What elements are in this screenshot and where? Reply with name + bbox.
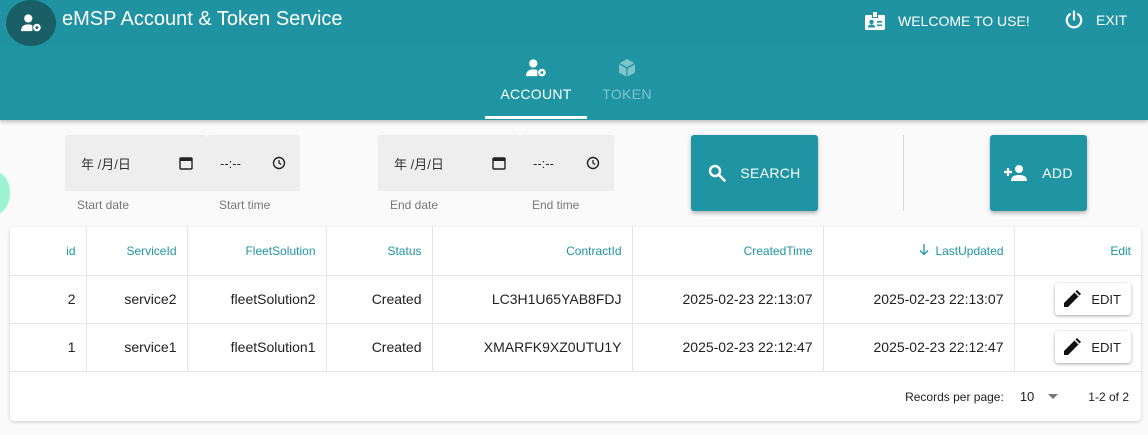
pencil-icon [1064,338,1082,355]
search-icon [709,164,727,182]
column-header-status[interactable]: Status [326,227,433,276]
app-title: eMSP Account & Token Service [62,8,343,30]
end-date-value: 年 /月/日 [394,156,444,172]
column-header-edit: Edit [1014,227,1141,276]
column-header-createdtime[interactable]: CreatedTime [632,227,824,276]
edit-label: EDIT [1091,339,1121,355]
records-per-page-select[interactable]: 10 [1019,389,1059,404]
start-time-label: Start time [219,198,271,212]
end-date-label: End date [390,198,439,212]
badge-icon [865,11,885,30]
cell-id: 1 [10,323,87,372]
end-time-value: --:-- [533,155,554,171]
column-header-id[interactable]: id [10,227,87,276]
pagination-range: 1-2 of 2 [1088,389,1129,404]
dropdown-arrow-icon [1048,393,1059,399]
records-per-page-label: Records per page: [905,389,1004,404]
edit-button[interactable]: EDIT [1055,331,1131,363]
end-time-input[interactable]: --:-- [520,135,614,191]
cell-edit: EDIT [1014,275,1141,324]
records-per-page-value: 10 [1019,389,1035,404]
tab-token-label: TOKEN [602,86,652,102]
exit-label: EXIT [1096,12,1128,28]
start-date-input[interactable]: 年 /月/日 [65,135,207,191]
calendar-icon[interactable] [492,156,506,170]
person-add-icon [1004,165,1028,181]
cell-contractid: LC3H1U65YAB8FDJ [432,275,633,324]
table-row: 2 service2 fleetSolution2 Created LC3H1U… [10,275,1141,324]
start-date-value: 年 /月/日 [81,156,131,172]
start-time-value: --:-- [220,155,241,171]
cell-createdtime: 2025-02-23 22:13:07 [632,275,824,324]
app-logo [6,0,56,46]
end-time-label: End time [532,198,580,212]
cell-fleetsolution: fleetSolution2 [187,275,327,324]
tab-account-label: ACCOUNT [500,86,572,102]
lastupdated-label: LastUpdated [935,243,1004,258]
add-account-button[interactable]: ADD [990,135,1087,211]
cube-icon [618,59,636,77]
sort-arrow-down-icon [919,243,929,256]
exit-button[interactable]: EXIT [1064,10,1127,30]
end-date-input[interactable]: 年 /月/日 [378,135,520,191]
account-settings-icon [526,59,546,77]
floating-action-button[interactable] [0,172,10,214]
cell-status: Created [326,275,433,324]
cell-status: Created [326,323,433,372]
start-date-label: Start date [77,198,130,212]
power-icon [1065,10,1083,29]
clock-icon[interactable] [586,156,600,170]
cell-serviceid: service2 [86,275,188,324]
cell-lastupdated: 2025-02-23 22:13:07 [823,275,1015,324]
table-row: 1 service1 fleetSolution1 Created XMARFK… [10,323,1141,372]
account-settings-icon [21,14,41,32]
column-header-fleetsolution[interactable]: FleetSolution [187,227,327,276]
cell-serviceid: service1 [86,323,188,372]
toolbar-divider [903,135,904,211]
tab-account[interactable]: ACCOUNT [485,58,587,118]
start-time-input[interactable]: --:-- [207,135,300,191]
cell-createdtime: 2025-02-23 22:12:47 [632,323,824,372]
accounts-table: id ServiceId FleetSolution Status Contra… [10,227,1141,421]
edit-label: EDIT [1091,291,1121,307]
cell-id: 2 [10,275,87,324]
column-header-contractid[interactable]: ContractId [432,227,633,276]
pencil-icon [1064,290,1082,307]
tab-token[interactable]: TOKEN [576,58,678,118]
cell-lastupdated: 2025-02-23 22:12:47 [823,323,1015,372]
tab-active-indicator [485,116,587,119]
search-button[interactable]: SEARCH [691,135,818,211]
pagination: Records per page: 10 1-2 of 2 [10,372,1141,421]
clock-icon[interactable] [272,156,286,170]
welcome-indicator: WELCOME TO USE! [864,10,1030,32]
cell-fleetsolution: fleetSolution1 [187,323,327,372]
edit-button[interactable]: EDIT [1055,283,1131,315]
column-header-serviceid[interactable]: ServiceId [86,227,188,276]
add-label: ADD [1042,165,1073,181]
table-header-row: id ServiceId FleetSolution Status Contra… [10,227,1141,276]
column-header-lastupdated[interactable]: LastUpdated [823,227,1015,276]
cell-contractid: XMARFK9XZ0UTU1Y [432,323,633,372]
search-label: SEARCH [740,165,801,181]
cell-edit: EDIT [1014,323,1141,372]
calendar-icon[interactable] [179,156,193,170]
welcome-label: WELCOME TO USE! [898,13,1030,29]
